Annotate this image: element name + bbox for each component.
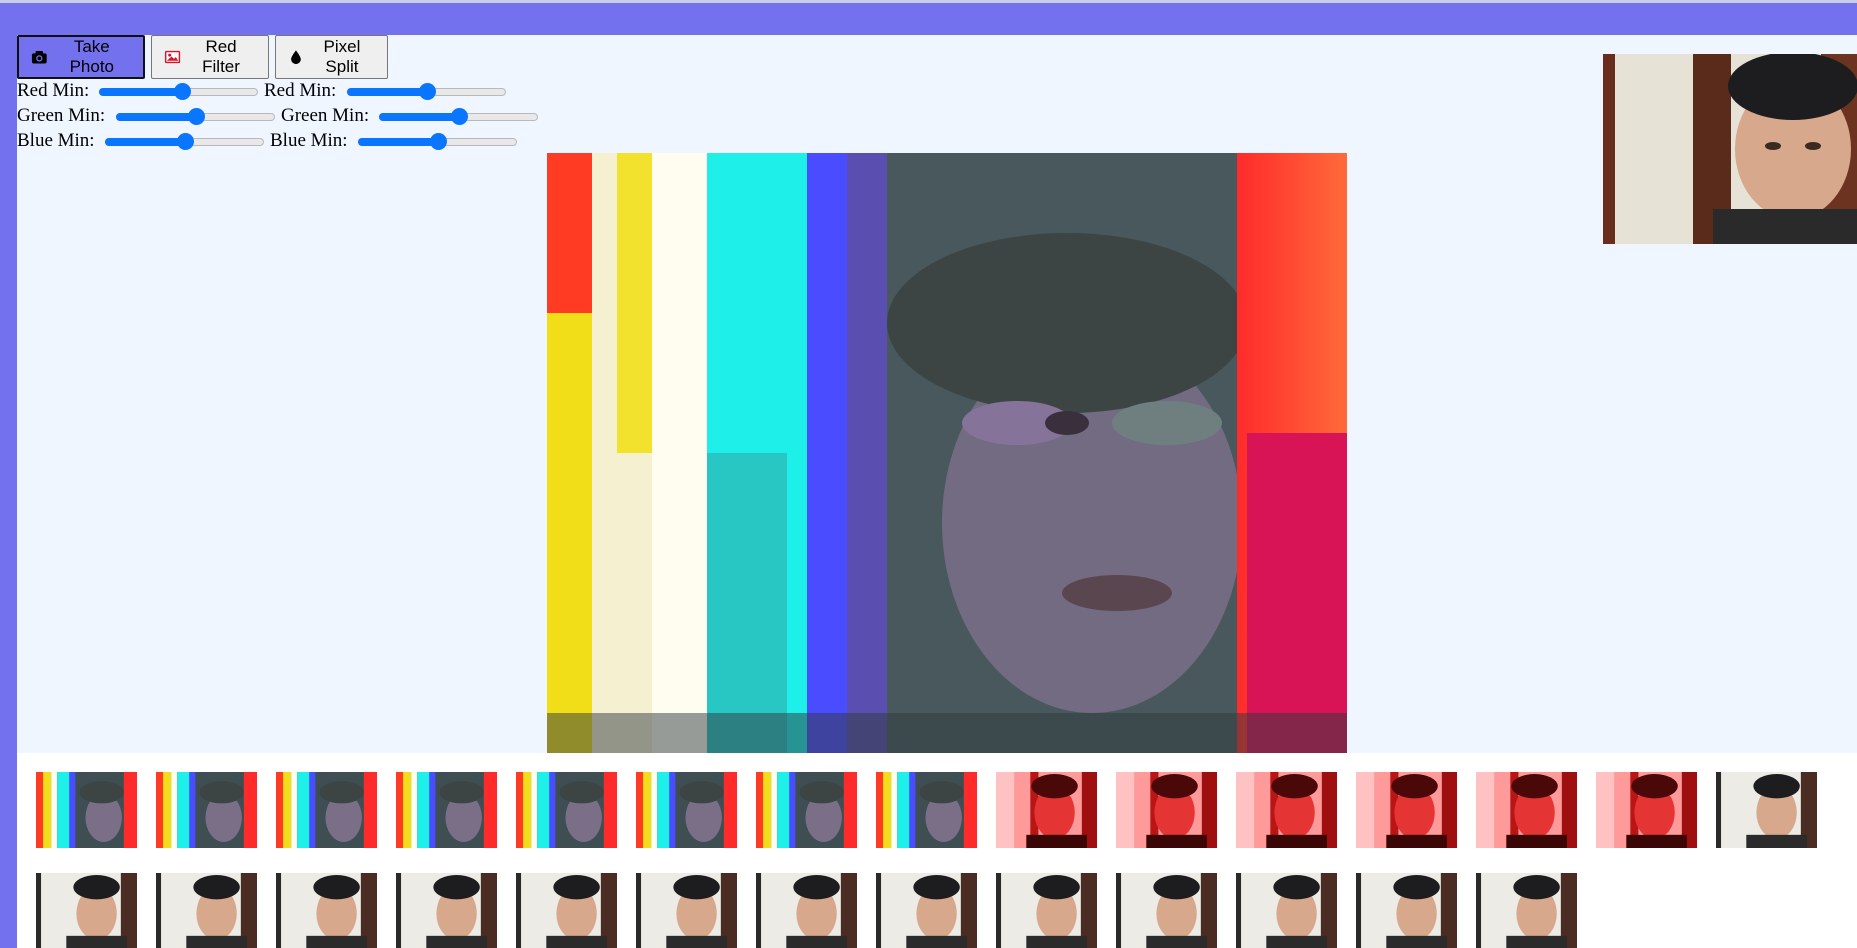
snapshot-thumbnail-rgb-split[interactable] [636, 772, 737, 848]
blue-max-slider[interactable] [358, 133, 517, 150]
snapshot-thumbnail-red[interactable] [1116, 772, 1217, 848]
camera-icon [31, 51, 47, 64]
snapshot-thumbnail-normal[interactable] [876, 873, 977, 948]
snapshot-thumbnail-normal[interactable] [36, 873, 137, 948]
snapshot-thumbnail-normal[interactable] [1236, 873, 1337, 948]
snapshot-thumbnail-red[interactable] [1236, 772, 1337, 848]
snapshot-thumbnail-rgb-split[interactable] [396, 772, 497, 848]
pixel-split-button[interactable]: Pixel Split [275, 35, 388, 79]
red-filter-button[interactable]: Red Filter [151, 35, 269, 79]
snapshot-thumbnail-rgb-split[interactable] [516, 772, 617, 848]
green-controls: Green Min: Green Min: [17, 105, 577, 129]
blue-controls: Blue Min: Blue Min: [17, 130, 577, 154]
red-max-slider[interactable] [347, 83, 506, 100]
take-photo-label: Take Photo [69, 37, 115, 76]
snapshot-thumbnail-red[interactable] [1596, 772, 1697, 848]
snapshot-thumbnail-normal[interactable] [516, 873, 617, 948]
snapshot-thumbnail-normal[interactable] [756, 873, 857, 948]
snapshot-thumbnail-rgb-split[interactable] [156, 772, 257, 848]
snapshot-thumbnail-normal[interactable] [396, 873, 497, 948]
effect-canvas [547, 153, 1347, 753]
droplet-icon [291, 50, 301, 65]
red-filter-label: Red Filter [202, 37, 240, 76]
top-edge [0, 0, 1857, 3]
snapshot-thumbnail-normal[interactable] [276, 873, 377, 948]
green-max-slider[interactable] [379, 108, 538, 125]
red-min-slider[interactable] [99, 83, 258, 100]
snapshot-thumbnail-normal[interactable] [636, 873, 737, 948]
green-min-slider[interactable] [116, 108, 275, 125]
blue-max-label: Blue Min: [270, 130, 348, 151]
blue-min-label: Blue Min: [17, 130, 95, 151]
snapshot-thumbnail-red[interactable] [1356, 772, 1457, 848]
snapshot-thumbnail-normal[interactable] [1116, 873, 1217, 948]
pixel-split-label: Pixel Split [323, 37, 361, 76]
snapshot-thumbnail-red[interactable] [1476, 772, 1577, 848]
take-photo-button[interactable]: Take Photo [17, 35, 145, 79]
red-controls: Red Min: Red Min: [17, 80, 577, 104]
snapshot-thumbnail-normal[interactable] [996, 873, 1097, 948]
snapshot-thumbnail-red[interactable] [996, 772, 1097, 848]
red-min-label: Red Min: [17, 80, 90, 101]
snapshot-thumbnail-normal[interactable] [1356, 873, 1457, 948]
snapshot-strip [17, 753, 1857, 948]
snapshot-thumbnail-normal[interactable] [1716, 772, 1817, 848]
video-preview-image [1603, 54, 1857, 244]
image-icon [164, 50, 181, 64]
red-max-label: Red Min: [264, 80, 337, 101]
effect-canvas-image [547, 153, 1347, 753]
snapshot-thumbnail-rgb-split[interactable] [876, 772, 977, 848]
green-max-label: Green Min: [281, 105, 370, 126]
snapshot-thumbnail-normal[interactable] [1476, 873, 1577, 948]
green-min-label: Green Min: [17, 105, 106, 126]
snapshot-thumbnail-normal[interactable] [156, 873, 257, 948]
snapshot-thumbnail-rgb-split[interactable] [276, 772, 377, 848]
snapshot-thumbnail-rgb-split[interactable] [756, 772, 857, 848]
snapshot-thumbnail-rgb-split[interactable] [36, 772, 137, 848]
blue-min-slider[interactable] [105, 133, 264, 150]
video-preview [1603, 54, 1857, 244]
photobooth-panel: Take Photo Red Filter Pixel Split Red Mi… [17, 35, 1857, 948]
